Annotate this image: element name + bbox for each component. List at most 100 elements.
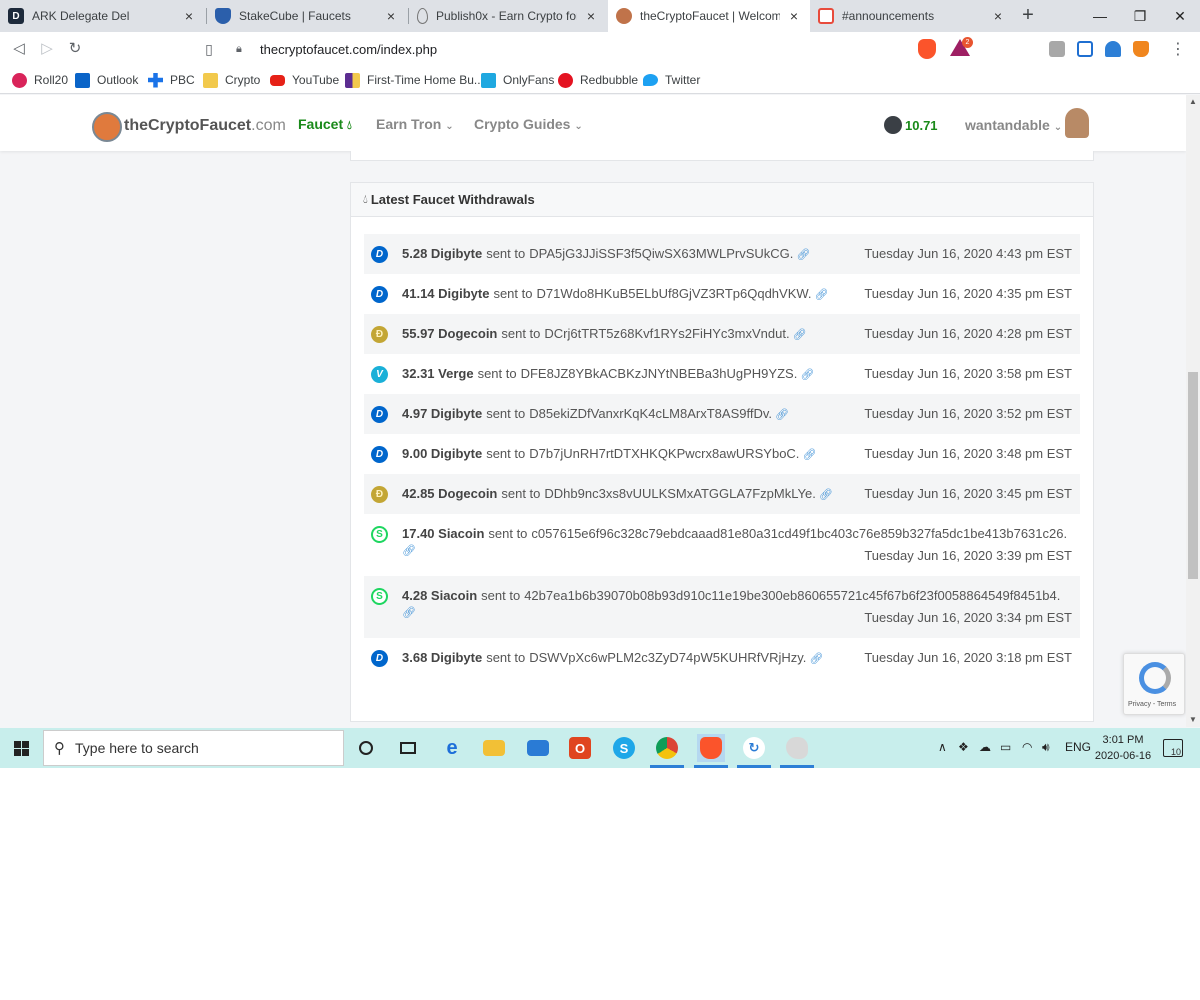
bookmark-pbc[interactable]: PBC (148, 71, 195, 89)
show-hidden-icons[interactable]: ∧ (938, 740, 947, 754)
transaction-link-icon[interactable]: 🔗︎ (775, 409, 789, 421)
tab-close-icon[interactable]: × (583, 8, 599, 24)
transaction-link-icon[interactable]: 🔗︎ (809, 653, 823, 665)
screen: D ARK Delegate Del × StakeCube | Faucets… (0, 0, 1200, 768)
withdrawal-description: 17.40 Siacoin sent to c057615e6f96c328c79e… (402, 526, 1067, 557)
avatar[interactable] (1065, 108, 1089, 138)
battery-icon[interactable]: ▭ (1000, 740, 1011, 754)
recaptcha-terms[interactable]: Privacy - Terms (1128, 701, 1176, 708)
dropbox-icon[interactable]: ❖ (958, 740, 969, 754)
scroll-up-icon[interactable]: ▲ (1186, 95, 1200, 109)
mail-icon[interactable] (524, 734, 552, 762)
close-window-button[interactable]: ✕ (1158, 0, 1200, 32)
brave-icon[interactable] (697, 734, 725, 762)
transaction-link-icon[interactable]: 🔗︎ (793, 329, 807, 341)
forward-button[interactable]: ▷ (36, 38, 58, 60)
transaction-link-icon[interactable]: 🔗︎ (796, 249, 810, 261)
transaction-link-icon[interactable]: 🔗︎ (402, 544, 416, 557)
withdrawal-time: Tuesday Jun 16, 2020 3:18 pm EST (864, 650, 1072, 665)
paint-icon[interactable] (783, 734, 811, 762)
table-row: D 5.28 Digibyte sent to DPA5jG3JJiSSF3f5Qiw… (364, 234, 1080, 274)
browser-menu-icon[interactable]: ⋮ (1170, 39, 1186, 59)
chrome-icon[interactable] (653, 734, 681, 762)
volume-icon[interactable]: 🔊︎ (1042, 740, 1050, 755)
transaction-link-icon[interactable]: 🔗︎ (802, 449, 816, 461)
file-explorer-icon[interactable] (480, 734, 508, 762)
clock[interactable]: 3:01 PM 2020-06-16 (1090, 732, 1156, 764)
withdrawal-amount: 41.14 Digibyte (402, 286, 490, 301)
bookmark-redbubble[interactable]: Redbubble (558, 71, 638, 89)
cortana-icon[interactable] (352, 734, 380, 762)
tab-ark[interactable]: D ARK Delegate Del × (0, 0, 205, 32)
tab-close-icon[interactable]: × (786, 8, 802, 24)
sent-to-label: sent to (481, 588, 521, 603)
withdrawal-time: Tuesday Jun 16, 2020 4:35 pm EST (864, 286, 1072, 301)
scroll-thumb[interactable] (1188, 372, 1198, 579)
minimize-button[interactable]: — (1078, 0, 1122, 32)
dgb-coin-icon: D (371, 286, 388, 303)
bookmark-onlyfans[interactable]: OnlyFans (481, 71, 554, 89)
sent-to-label: sent to (486, 446, 526, 461)
nav-faucet[interactable]: Faucet 💧︎ (298, 116, 352, 133)
bookmark-roll20[interactable]: Roll20 (12, 71, 68, 89)
transaction-link-icon[interactable]: 🔗︎ (402, 606, 416, 619)
onedrive-icon[interactable]: ☁ (979, 740, 991, 754)
reload-button[interactable]: ↻ (64, 38, 86, 60)
tab-label: ARK Delegate Del (32, 9, 130, 23)
office-icon[interactable]: O (566, 734, 594, 762)
address-bar[interactable]: 🔒︎ thecryptofaucet.com/index.php (228, 36, 974, 62)
recaptcha-icon (1139, 662, 1171, 694)
task-view-icon[interactable] (394, 734, 422, 762)
app-swirl-icon[interactable]: ↻ (740, 734, 768, 762)
taskbar-search[interactable]: ⚲ Type here to search (43, 730, 344, 766)
bookmark-icon[interactable]: ▯ (198, 38, 220, 60)
paint-running-indicator (780, 765, 814, 768)
site-logo[interactable]: theCryptoFaucet.com (124, 117, 286, 135)
extension-p-icon[interactable] (1077, 41, 1093, 57)
withdrawals-card: 💧︎ Latest Faucet Withdrawals D 5.28 Digib… (350, 182, 1094, 722)
transaction-link-icon[interactable]: 🔗︎ (819, 489, 833, 501)
metamask-fox-icon[interactable] (1133, 41, 1149, 57)
tab-close-icon[interactable]: × (990, 8, 1006, 24)
withdrawal-amount: 5.28 Digibyte (402, 246, 483, 261)
twitter-icon (643, 74, 658, 86)
bookmark-home-buyer[interactable]: First-Time Home Bu... (345, 71, 484, 89)
sent-to-label: sent to (493, 286, 533, 301)
doge-coin-icon: Ð (371, 486, 388, 503)
nav-earn-tron[interactable]: Earn Tron ⌄ (376, 116, 454, 132)
site-logo-icon[interactable] (92, 112, 122, 142)
scroll-down-icon[interactable]: ▼ (1186, 713, 1200, 727)
bookmark-twitter[interactable]: Twitter (643, 71, 700, 89)
edge-icon[interactable]: e (438, 734, 466, 762)
transaction-link-icon[interactable]: 🔗︎ (815, 289, 829, 301)
scrollbar[interactable]: ▲ ▼ (1186, 95, 1200, 727)
extension-icon[interactable] (1049, 41, 1065, 57)
tab-stakecube[interactable]: StakeCube | Faucets × (207, 0, 407, 32)
transaction-link-icon[interactable]: 🔗︎ (800, 369, 814, 381)
tab-cryptofaucet[interactable]: theCryptoFaucet | Welcome to th × (608, 0, 810, 32)
sent-to-label: sent to (488, 526, 528, 541)
language-indicator[interactable]: ENG (1065, 740, 1091, 754)
start-button[interactable] (0, 728, 42, 768)
bookmark-youtube[interactable]: YouTube (270, 71, 339, 89)
wifi-icon[interactable]: ◠ (1022, 740, 1032, 754)
skype-icon[interactable]: S (610, 734, 638, 762)
bookmark-outlook[interactable]: Outlook (75, 71, 138, 89)
nav-crypto-guides[interactable]: Crypto Guides ⌄ (474, 116, 583, 132)
brave-shields-icon[interactable] (918, 39, 936, 59)
tab-close-icon[interactable]: × (383, 8, 399, 24)
user-menu[interactable]: wantandable ⌄ (965, 117, 1062, 133)
restore-button[interactable]: ❐ (1118, 0, 1162, 32)
search-icon: ⚲ (54, 740, 65, 757)
notification-center-icon[interactable]: 10 (1163, 739, 1183, 757)
withdrawal-address: DDhb9nc3xs8vUULKSMxATGGLA7FzpMkLYe. (544, 486, 816, 501)
home-buyer-icon (345, 72, 360, 88)
new-tab-button[interactable]: + (1016, 4, 1040, 28)
tab-discord[interactable]: #announcements × (810, 0, 1014, 32)
bookmark-crypto[interactable]: Crypto (203, 71, 260, 89)
back-button[interactable]: ◁ (8, 38, 30, 60)
tab-publish0x[interactable]: Publish0x - Earn Crypto for Publ × (409, 0, 607, 32)
tab-close-icon[interactable]: × (181, 8, 197, 24)
recaptcha-badge[interactable]: Privacy - Terms (1123, 653, 1185, 715)
extension-jellyfish-icon[interactable] (1105, 41, 1121, 57)
